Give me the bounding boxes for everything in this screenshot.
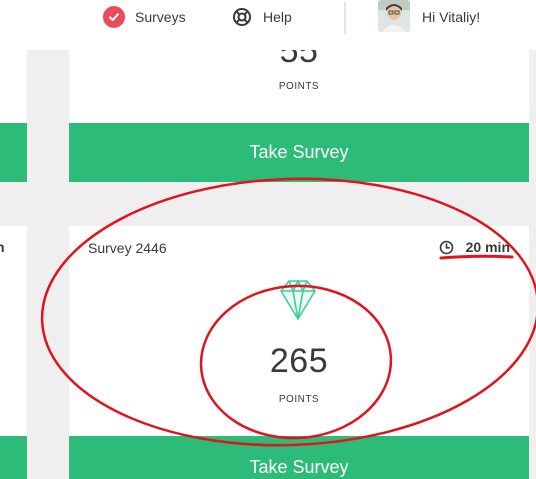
survey-card-2446[interactable]: Survey 2446 20 min 265 POINTS Take Surve… [69, 226, 529, 479]
points-value: 55 [279, 50, 319, 70]
avatar [378, 0, 410, 32]
user-greeting: Hi Vitaliy! [422, 9, 481, 25]
points-label: POINTS [278, 81, 320, 92]
take-survey-button-partial[interactable] [0, 436, 27, 479]
clock-icon [439, 240, 454, 255]
top-header: Surveys Help Hi Vitaliy! [0, 0, 536, 50]
nav-help-link[interactable]: Help [232, 0, 292, 34]
user-menu[interactable]: Hi Vitaliy! [378, 0, 480, 34]
survey-card-partial-left-bottom: n [0, 226, 27, 479]
survey-card-top: 55 POINTS Take Survey [69, 50, 529, 182]
duration-partial: n [0, 239, 5, 255]
points-label: POINTS [278, 394, 320, 405]
duration-value: 20 min [465, 239, 510, 255]
nav-help-label: Help [263, 9, 292, 25]
take-survey-button[interactable]: Take Survey [69, 123, 529, 182]
lifebuoy-icon [232, 7, 252, 27]
survey-name: Survey 2446 [88, 240, 167, 256]
header-divider [344, 2, 346, 34]
take-survey-button[interactable]: Take Survey [69, 436, 529, 479]
diamond-icon [279, 279, 317, 321]
points-value: 265 [269, 342, 329, 380]
check-circle-icon [103, 6, 125, 28]
take-survey-button-partial[interactable] [0, 123, 27, 182]
nav-surveys-link[interactable]: Surveys [103, 0, 186, 34]
survey-card-partial-left-top [0, 50, 27, 182]
survey-duration: 20 min [439, 239, 510, 255]
nav-surveys-label: Surveys [135, 9, 186, 25]
